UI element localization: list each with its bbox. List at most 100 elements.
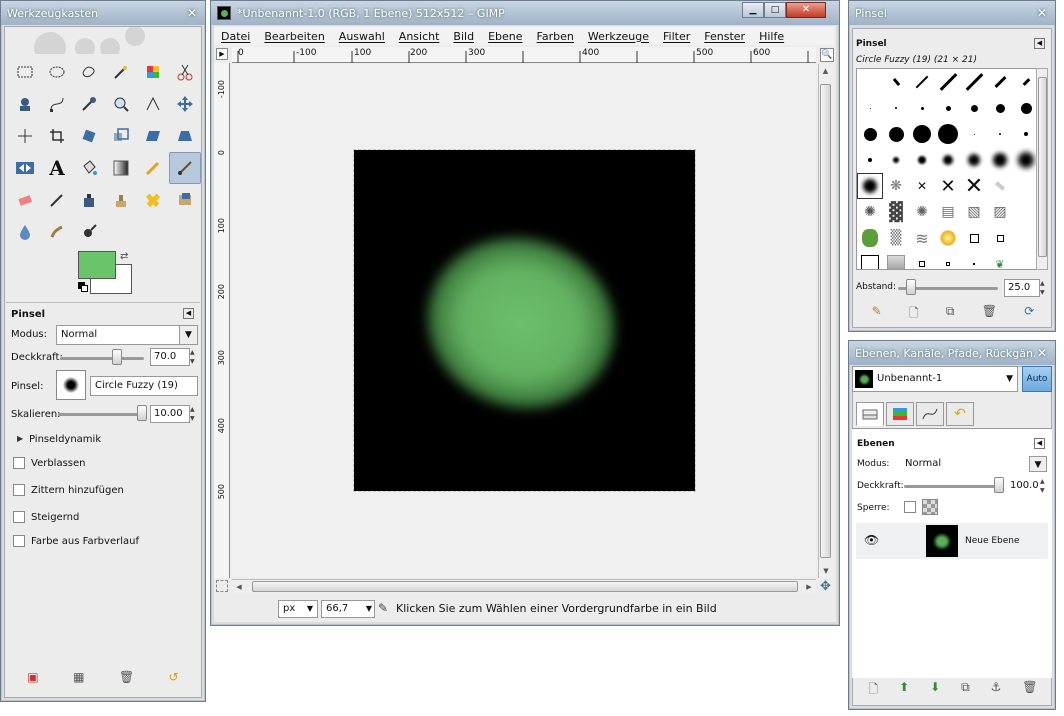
brush-item[interactable]	[987, 69, 1013, 95]
layer-opacity-spinbox[interactable]: 100.0	[1006, 477, 1040, 495]
menu-bild[interactable]: Bild	[446, 30, 481, 43]
horizontal-scroll-thumb[interactable]	[252, 581, 798, 592]
brush-item[interactable]: ≋	[909, 225, 935, 251]
image-canvas[interactable]	[353, 149, 696, 492]
blur-tool[interactable]	[9, 216, 41, 248]
brush-item[interactable]	[883, 95, 909, 121]
menu-datei[interactable]: Datei	[214, 30, 257, 43]
brush-item[interactable]	[909, 121, 935, 147]
close-icon[interactable]: ✕	[185, 6, 199, 20]
menu-werkzeuge[interactable]: Werkzeuge	[581, 30, 656, 43]
gradient-color-checkbox[interactable]	[13, 535, 25, 547]
spacing-spin-arrows[interactable]: ▲ ▼	[1040, 279, 1048, 297]
brush-item[interactable]: ▤	[935, 199, 961, 225]
layers-scrollbar[interactable]	[1040, 523, 1050, 673]
brush-item[interactable]	[961, 225, 987, 251]
navigate-icon[interactable]: ✥	[820, 579, 831, 594]
brushes-menu-icon[interactable]: ◀	[1034, 38, 1045, 49]
scale-spinbox[interactable]: 10.00	[150, 405, 190, 423]
menu-hilfe[interactable]: Hilfe	[752, 30, 791, 43]
menu-ansicht[interactable]: Ansicht	[392, 30, 447, 43]
new-brush-icon[interactable]: 🗋	[909, 304, 919, 325]
brush-item[interactable]	[883, 69, 909, 95]
move-tool[interactable]	[169, 88, 201, 120]
brush-item[interactable]	[987, 121, 1013, 147]
brush-item[interactable]	[935, 225, 961, 251]
vertical-ruler[interactable]	[214, 63, 230, 578]
layers-titlebar[interactable]: Ebenen, Kanäle, Pfade, Rückgän... ✕	[849, 341, 1055, 365]
unit-select[interactable]: px ▼	[278, 600, 318, 618]
rotate-tool[interactable]	[73, 120, 105, 152]
brush-item[interactable]	[857, 251, 883, 269]
layer-mode-select[interactable]: Normal ▼	[900, 455, 1048, 473]
chevron-down-icon[interactable]: ▼	[179, 326, 197, 344]
menu-bearbeiten[interactable]: Bearbeiten	[257, 30, 331, 43]
foreground-select-tool[interactable]	[9, 88, 41, 120]
text-tool[interactable]: A	[41, 152, 73, 184]
menu-ebene[interactable]: Ebene	[481, 30, 529, 43]
ink-tool[interactable]	[73, 184, 105, 216]
lock-pixels-checkbox[interactable]	[904, 501, 916, 513]
minimize-icon[interactable]: ▁	[742, 2, 764, 18]
delete-layer-icon[interactable]: 🗑	[1022, 680, 1037, 701]
brush-name-field[interactable]: Circle Fuzzy (19)	[90, 376, 198, 396]
crop-tool[interactable]	[41, 120, 73, 152]
brush-item[interactable]: ▨	[987, 199, 1013, 225]
close-icon[interactable]: ✕	[1035, 6, 1049, 20]
fuzzy-select-tool[interactable]	[105, 56, 137, 88]
brush-item[interactable]	[857, 147, 883, 173]
scroll-right-icon[interactable]: ▶	[802, 580, 816, 594]
vertical-scrollbar[interactable]: ▲ ▼	[818, 64, 832, 578]
brush-item[interactable]	[857, 95, 883, 121]
color-picker-tool[interactable]	[73, 88, 105, 120]
brush-item[interactable]	[909, 147, 935, 173]
rect-select-tool[interactable]	[9, 56, 41, 88]
scroll-down-icon[interactable]: ▼	[819, 564, 833, 578]
brush-item[interactable]	[883, 147, 909, 173]
brush-grid-scrollbar[interactable]	[1036, 68, 1048, 270]
foreground-color-swatch[interactable]	[78, 251, 116, 279]
select-by-color-tool[interactable]	[137, 56, 169, 88]
perspective-tool[interactable]	[169, 120, 201, 152]
chevron-down-icon[interactable]: ▼	[1029, 456, 1047, 472]
scroll-left-icon[interactable]: ◀	[232, 580, 246, 594]
blend-tool[interactable]	[105, 152, 137, 184]
brush-item[interactable]	[909, 69, 935, 95]
brush-item[interactable]	[857, 121, 883, 147]
brush-item[interactable]	[935, 251, 961, 269]
tab-paths[interactable]	[916, 402, 944, 426]
brush-item[interactable]	[935, 95, 961, 121]
spacing-slider-knob[interactable]	[906, 279, 916, 295]
brushes-titlebar[interactable]: Pinsel ✕	[849, 1, 1055, 25]
menu-fenster[interactable]: Fenster	[697, 30, 752, 43]
duplicate-brush-icon[interactable]: ⧉	[946, 304, 955, 325]
brush-item[interactable]	[961, 69, 987, 95]
brush-item[interactable]	[987, 147, 1013, 173]
brush-item[interactable]	[883, 121, 909, 147]
flip-tool[interactable]	[9, 152, 41, 184]
delete-options-icon[interactable]: 🗑	[119, 670, 134, 684]
save-options-icon[interactable]: ▣	[27, 670, 38, 684]
layer-opacity-track[interactable]	[904, 485, 1000, 488]
brush-item[interactable]	[961, 95, 987, 121]
edit-brush-icon[interactable]: ✎	[872, 304, 882, 325]
horizontal-scrollbar[interactable]: ◀ ▶	[232, 579, 816, 593]
brush-item[interactable]	[987, 173, 1013, 199]
brush-item[interactable]: ✕	[909, 173, 935, 199]
tab-undo-history[interactable]: ↶	[946, 402, 974, 426]
vertical-scroll-thumb[interactable]	[820, 84, 831, 558]
scissors-tool[interactable]	[169, 56, 201, 88]
new-layer-icon[interactable]: 🗋	[868, 680, 878, 701]
brush-item[interactable]	[987, 95, 1013, 121]
tab-layers[interactable]	[856, 402, 884, 426]
lower-layer-icon[interactable]: ⬇	[930, 680, 940, 701]
menu-auswahl[interactable]: Auswahl	[332, 30, 392, 43]
options-menu-icon[interactable]: ◀	[183, 308, 194, 319]
spacing-spinbox[interactable]: 25.0	[1004, 279, 1040, 297]
jitter-checkbox[interactable]	[13, 484, 25, 496]
layer-opacity-arrows[interactable]: ▲ ▼	[1040, 477, 1048, 495]
zoom-select[interactable]: 66,7 ▼	[321, 600, 375, 618]
brush-item[interactable]	[857, 69, 883, 95]
brush-item[interactable]: ❦	[987, 251, 1013, 270]
zoom-to-window-icon[interactable]: 🔍	[820, 48, 834, 62]
